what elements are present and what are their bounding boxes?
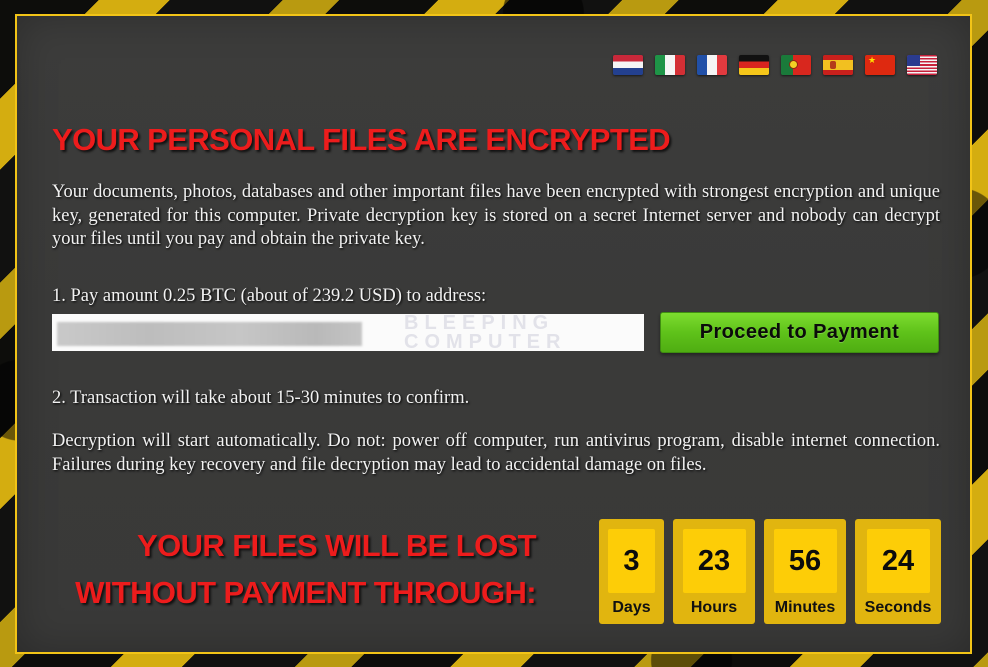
- flag-france-icon[interactable]: [697, 55, 727, 75]
- timer-days-label: Days: [612, 599, 651, 616]
- timer-seconds-label: Seconds: [864, 599, 932, 616]
- intro-paragraph: Your documents, photos, databases and ot…: [52, 182, 940, 249]
- timer-hours-value: 23: [682, 529, 746, 593]
- deadline-heading-line-2: WITHOUT PAYMENT THROUGH:: [75, 575, 537, 610]
- timer-hours: 23 Hours: [673, 519, 755, 624]
- obscured-address: [57, 322, 362, 346]
- deadline-heading-line-1: YOUR FILES WILL BE LOST: [137, 528, 537, 563]
- timer-minutes-label: Minutes: [774, 599, 836, 616]
- timer-seconds-value: 24: [866, 529, 930, 593]
- countdown-timer: 3 Days 23 Hours 56 Minutes 24 Seconds: [599, 519, 941, 624]
- flag-italy-icon[interactable]: [655, 55, 685, 75]
- timer-days: 3 Days: [599, 519, 664, 624]
- timer-hours-label: Hours: [690, 599, 738, 616]
- flag-netherlands-icon[interactable]: [613, 55, 643, 75]
- ransom-panel: YOUR PERSONAL FILES ARE ENCRYPTED Your d…: [15, 14, 972, 654]
- flag-spain-icon[interactable]: [823, 55, 853, 75]
- flag-portugal-icon[interactable]: [781, 55, 811, 75]
- watermark: BLEEPING COMPUTER: [404, 313, 567, 353]
- proceed-to-payment-button[interactable]: Proceed to Payment: [660, 312, 939, 353]
- warning-paragraph: Decryption will start automatically. Do …: [52, 431, 940, 475]
- flag-usa-icon[interactable]: [907, 55, 937, 75]
- timer-days-value: 3: [608, 529, 655, 593]
- flag-germany-icon[interactable]: [739, 55, 769, 75]
- watermark-line-2: COMPUTER: [404, 331, 567, 353]
- page-title: YOUR PERSONAL FILES ARE ENCRYPTED: [52, 122, 671, 157]
- timer-minutes-value: 56: [773, 529, 837, 593]
- payment-instruction-step-2: 2. Transaction will take about 15-30 min…: [52, 388, 470, 408]
- timer-minutes: 56 Minutes: [764, 519, 846, 624]
- payment-instruction-step-1: 1. Pay amount 0.25 BTC (about of 239.2 U…: [52, 286, 487, 306]
- flag-china-icon[interactable]: [865, 55, 895, 75]
- timer-seconds: 24 Seconds: [855, 519, 941, 624]
- language-selector: [613, 55, 937, 75]
- bitcoin-address-field[interactable]: BLEEPING COMPUTER: [52, 313, 644, 353]
